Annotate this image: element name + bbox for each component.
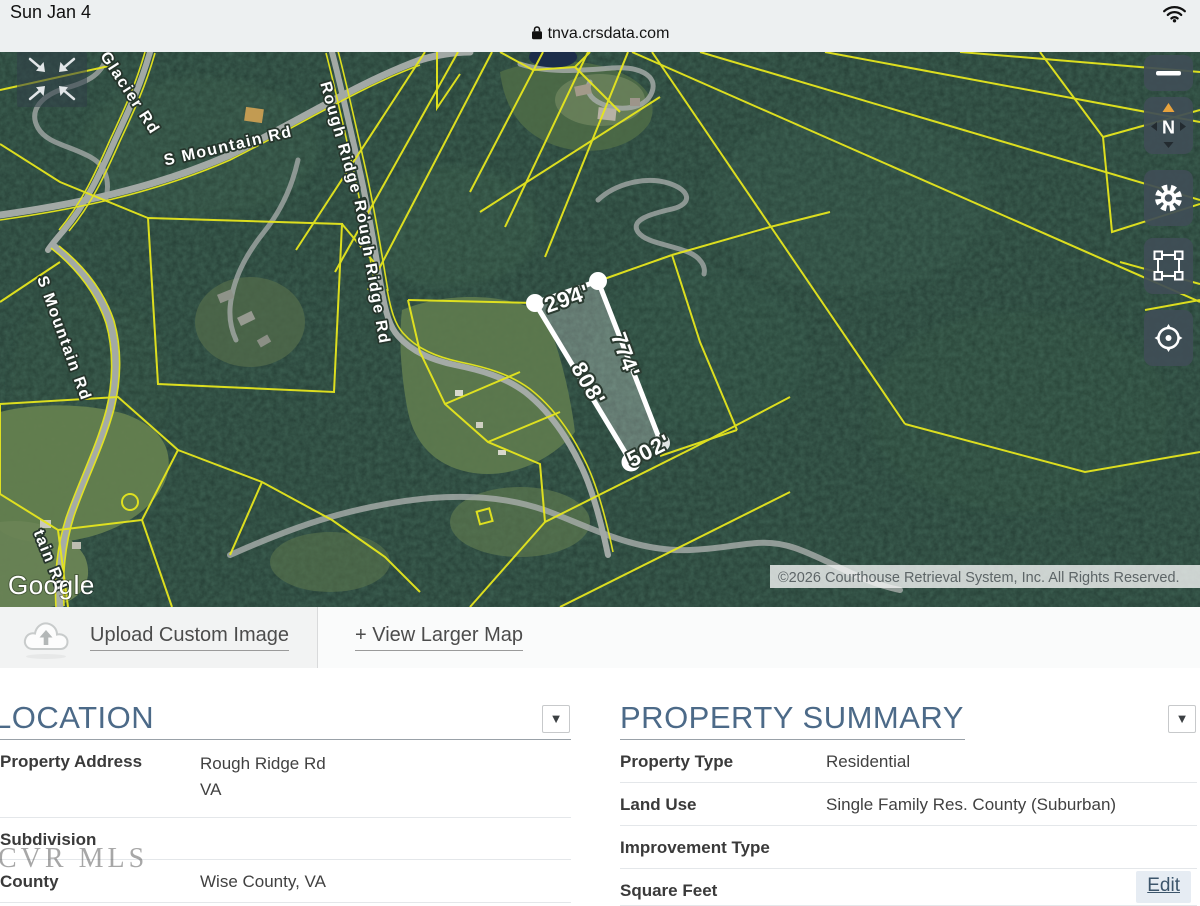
target-icon (1144, 310, 1193, 366)
land-use-value: Single Family Res. County (Suburban) (826, 794, 1197, 815)
subdivision-row: Subdivision (0, 818, 571, 860)
property-summary-header: PROPERTY SUMMARY ▼ (620, 700, 1197, 740)
land-use-row: Land Use Single Family Res. County (Subu… (620, 783, 1197, 826)
improvement-type-label: Improvement Type (620, 837, 826, 858)
property-summary-header-rule (620, 739, 965, 740)
upload-custom-image-label: Upload Custom Image (90, 624, 289, 651)
url-text: tnva.crsdata.com (548, 25, 670, 42)
compass-control[interactable]: N (1144, 97, 1193, 154)
address-bar[interactable]: tnva.crsdata.com (0, 25, 1200, 43)
subdivision-label: Subdivision (0, 829, 200, 850)
land-use-label: Land Use (620, 794, 826, 815)
compass-n-label: N (1162, 118, 1175, 138)
satellite-map[interactable]: Glacier Rd S Mountain Rd S Mountain Rd t… (0, 52, 1200, 607)
property-type-value: Residential (826, 751, 1197, 772)
google-logo[interactable]: Google (8, 570, 95, 600)
collapse-arrows-icon (17, 52, 87, 107)
property-type-label: Property Type (620, 751, 826, 772)
improvement-type-row: Improvement Type (620, 826, 1197, 869)
lock-icon (531, 25, 543, 40)
square-feet-row: Square Feet Edit (620, 869, 1197, 906)
property-type-row: Property Type Residential (620, 740, 1197, 783)
location-header-rule (0, 739, 571, 740)
location-header: LOCATION ▼ (0, 700, 571, 740)
edit-square-feet-link[interactable]: Edit (1136, 871, 1191, 903)
property-address-label: Property Address (0, 751, 200, 803)
location-title: LOCATION (0, 700, 571, 736)
upload-custom-image-button[interactable]: Upload Custom Image (0, 607, 318, 668)
compass-left-arrow-icon (1151, 122, 1157, 131)
map-container: Glacier Rd S Mountain Rd S Mountain Rd t… (0, 52, 1200, 607)
parcel-vertex[interactable] (589, 272, 607, 290)
map-action-bar: Upload Custom Image + View Larger Map (0, 607, 1200, 668)
square-feet-label: Square Feet (620, 880, 826, 901)
gear-icon (1144, 170, 1193, 226)
county-row: County Wise County, VA (0, 860, 571, 903)
map-copyright: ©2026 Courthouse Retrieval System, Inc. … (770, 565, 1200, 588)
area-select-button[interactable] (1144, 238, 1193, 294)
cloud-upload-icon (20, 616, 72, 660)
collapse-map-button[interactable] (17, 52, 87, 107)
minus-icon (1144, 55, 1193, 91)
zoom-out-button[interactable] (1144, 55, 1193, 91)
status-date: Sun Jan 4 (10, 2, 91, 23)
property-summary-section: PROPERTY SUMMARY ▼ Property Type Residen… (620, 700, 1197, 906)
location-collapse-button[interactable]: ▼ (542, 705, 570, 733)
property-address-row: Property Address Rough Ridge Rd VA (0, 740, 571, 818)
compass-down-arrow-icon (1164, 142, 1174, 148)
property-summary-collapse-button[interactable]: ▼ (1168, 705, 1196, 733)
county-value: Wise County, VA (200, 871, 571, 892)
county-label: County (0, 871, 200, 892)
location-section: LOCATION ▼ Property Address Rough Ridge … (0, 700, 571, 903)
area-select-icon (1144, 238, 1193, 294)
copyright-text: ©2026 Courthouse Retrieval System, Inc. … (778, 570, 1180, 586)
locate-button[interactable] (1144, 310, 1193, 366)
property-summary-title: PROPERTY SUMMARY (620, 700, 1197, 736)
map-settings-button[interactable] (1144, 170, 1193, 226)
compass-up-arrow-icon (1163, 103, 1175, 112)
compass-right-arrow-icon (1180, 122, 1186, 131)
subdivision-value (200, 829, 571, 850)
crs-property-page: Sun Jan 4 tnva.crsdata.com (0, 0, 1200, 906)
property-address-value: Rough Ridge Rd VA (200, 751, 571, 803)
status-bar: Sun Jan 4 tnva.crsdata.com (0, 0, 1200, 52)
improvement-type-value (826, 837, 1197, 858)
wifi-icon (1162, 5, 1187, 28)
view-larger-map-link[interactable]: + View Larger Map (355, 624, 523, 651)
